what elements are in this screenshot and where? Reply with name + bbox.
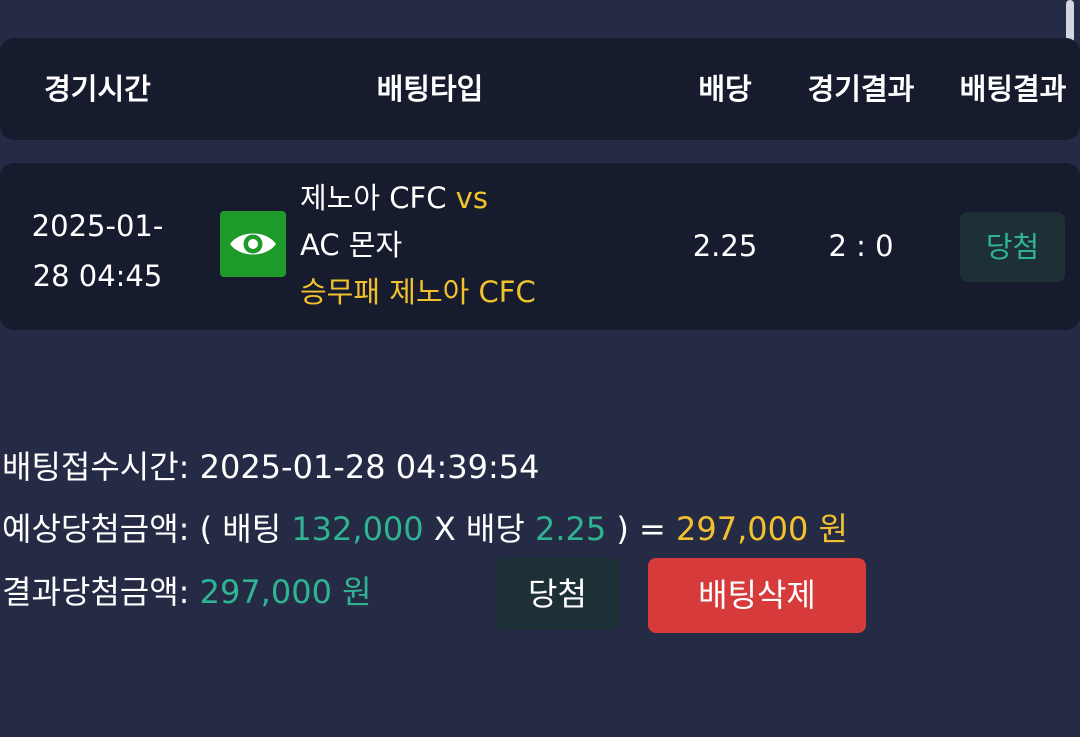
delete-bet-button[interactable]: 배팅삭제 [648,558,866,633]
score-value: 2 : 0 [828,229,894,263]
expected-stake: 132,000 [291,510,424,548]
eye-icon[interactable] [220,211,286,277]
expected-label: 예상당첨금액: [2,510,190,548]
expected-close: ) = [616,510,666,548]
table-row: 2025-01- 28 04:45 제노아 CFC vs AC 몬자 승무패 제… [0,163,1080,330]
table-header: 경기시간 배팅타입 배당 경기결과 배팅결과 [0,38,1080,140]
away-team: AC 몬자 [300,228,403,262]
match-time: 2025-01- 28 04:45 [0,201,195,301]
result-badge: 당첨 [960,212,1065,282]
win-button[interactable]: 당첨 [495,558,620,630]
expected-odds: 2.25 [534,510,607,548]
header-bet-result: 배팅결과 [959,72,1067,106]
received-label: 배팅접수시간: [2,448,190,486]
expected-total: 297,000 원 [676,510,848,548]
odds-value: 2.25 [692,229,758,263]
match-teams-line1: 제노아 CFC vs [300,175,536,222]
bet-pick: 승무패 제노아 CFC [300,275,536,309]
bet-type-info: 제노아 CFC vs AC 몬자 승무패 제노아 CFC [300,175,536,316]
header-game-time: 경기시간 [44,72,151,106]
header-bet-type: 배팅타입 [376,72,484,106]
expected-open: ( 배팅 [199,510,282,548]
vs-label: vs [455,181,488,215]
received-time-line: 배팅접수시간: 2025-01-28 04:39:54 [2,442,539,488]
received-value: 2025-01-28 04:39:54 [199,448,540,486]
expected-amount-line: 예상당첨금액: ( 배팅 132,000 X 배당 2.25 ) = 297,0… [2,504,848,550]
header-odds: 배당 [698,72,752,106]
match-time-clock: 28 04:45 [32,259,163,293]
match-time-date: 2025-01- [31,209,164,243]
final-value: 297,000 원 [199,573,372,611]
final-amount-line: 결과당첨금액: 297,000 원 [2,567,372,613]
expected-x: X 배당 [433,510,525,548]
home-team: 제노아 CFC [300,181,447,215]
header-game-result: 경기결과 [807,72,915,106]
final-label: 결과당첨금액: [2,573,190,611]
